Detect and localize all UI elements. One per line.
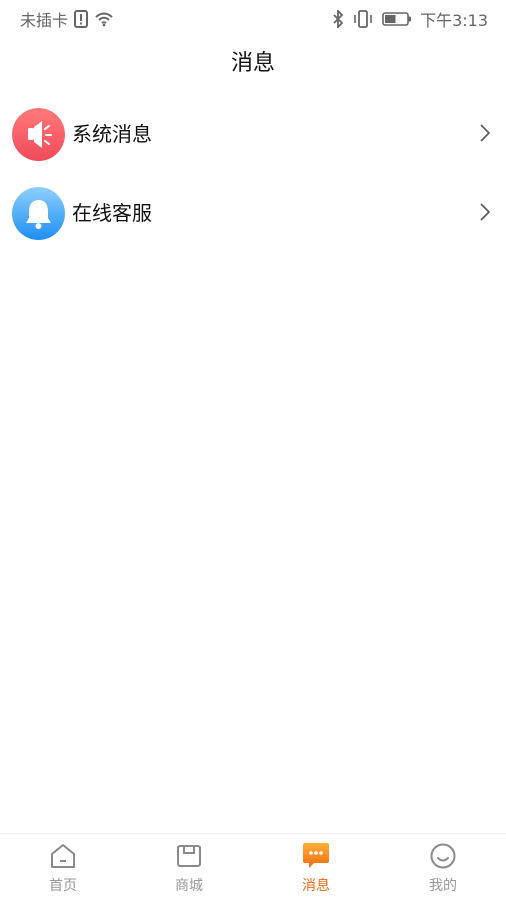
bell-icon: [12, 187, 65, 240]
speaker-icon: [12, 108, 65, 161]
status-left: 未插卡: [20, 7, 114, 31]
vibrate-icon: [352, 10, 374, 28]
carrier-text: 未插卡: [20, 11, 69, 30]
bottom-tab-bar: 首页 商城 消息 我的: [0, 833, 506, 900]
message-icon: [276, 842, 356, 870]
chevron-right-icon: [480, 203, 491, 225]
wifi-icon: [94, 11, 114, 27]
tab-label: 商城: [175, 878, 203, 894]
list-item-label: 系统消息: [72, 122, 152, 146]
tab-messages[interactable]: 消息: [276, 842, 356, 895]
bluetooth-icon: [332, 10, 344, 28]
sim-alert-icon: [74, 10, 89, 28]
tab-label: 首页: [49, 878, 77, 894]
status-time: 下午3:13: [420, 11, 488, 30]
status-bar: 未插卡 下午3:13: [0, 0, 506, 34]
list-item-system-messages[interactable]: 系统消息: [0, 94, 506, 173]
home-icon: [23, 842, 103, 870]
tab-label: 我的: [429, 878, 457, 894]
message-list: 系统消息 在线客服: [0, 94, 506, 252]
tab-label: 消息: [302, 878, 330, 894]
page-title: 消息: [230, 51, 275, 76]
tab-profile[interactable]: 我的: [403, 842, 483, 895]
tab-home[interactable]: 首页: [23, 842, 103, 895]
battery-icon: [382, 11, 412, 27]
chevron-right-icon: [480, 124, 491, 146]
store-icon: [149, 842, 229, 870]
profile-icon: [403, 842, 483, 870]
status-right: 下午3:13: [332, 7, 488, 31]
page-header: 消息: [0, 44, 506, 84]
list-item-online-service[interactable]: 在线客服: [0, 173, 506, 252]
list-item-label: 在线客服: [72, 201, 152, 225]
tab-store[interactable]: 商城: [149, 842, 229, 895]
